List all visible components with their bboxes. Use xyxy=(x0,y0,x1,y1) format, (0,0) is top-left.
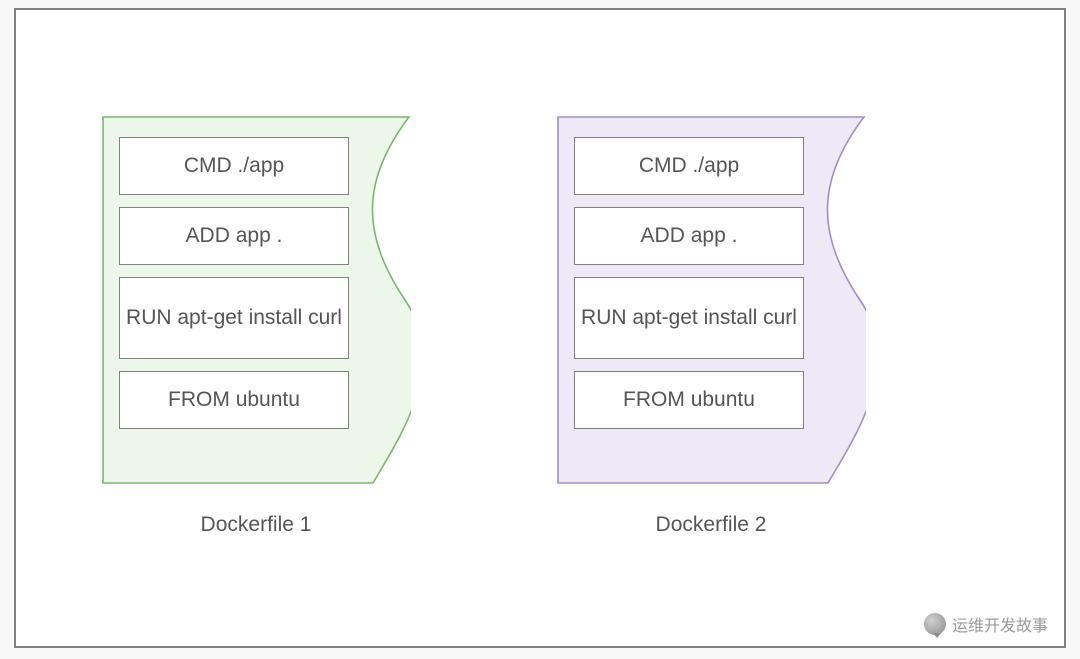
layer-cmd: CMD ./app xyxy=(574,137,804,195)
layer-run: RUN apt-get install curl xyxy=(119,277,349,359)
dockerfile-1: CMD ./app ADD app . RUN apt-get install … xyxy=(101,115,411,537)
diagram-frame: CMD ./app ADD app . RUN apt-get install … xyxy=(14,8,1066,648)
watermark: 运维开发故事 xyxy=(924,612,1048,636)
layer-from: FROM ubuntu xyxy=(119,371,349,429)
layer-add: ADD app . xyxy=(574,207,804,265)
watermark-text: 运维开发故事 xyxy=(952,612,1048,636)
layer-add: ADD app . xyxy=(119,207,349,265)
layer-from: FROM ubuntu xyxy=(574,371,804,429)
dockerfile-2-sheet: CMD ./app ADD app . RUN apt-get install … xyxy=(556,115,866,485)
dockerfile-2: CMD ./app ADD app . RUN apt-get install … xyxy=(556,115,866,537)
layer-stack-2: CMD ./app ADD app . RUN apt-get install … xyxy=(574,137,804,441)
layer-cmd: CMD ./app xyxy=(119,137,349,195)
layer-stack-1: CMD ./app ADD app . RUN apt-get install … xyxy=(119,137,349,441)
dockerfile-2-label: Dockerfile 2 xyxy=(556,513,866,537)
dockerfile-1-sheet: CMD ./app ADD app . RUN apt-get install … xyxy=(101,115,411,485)
dockerfile-1-label: Dockerfile 1 xyxy=(101,513,411,537)
layer-run: RUN apt-get install curl xyxy=(574,277,804,359)
wechat-icon xyxy=(924,613,946,635)
